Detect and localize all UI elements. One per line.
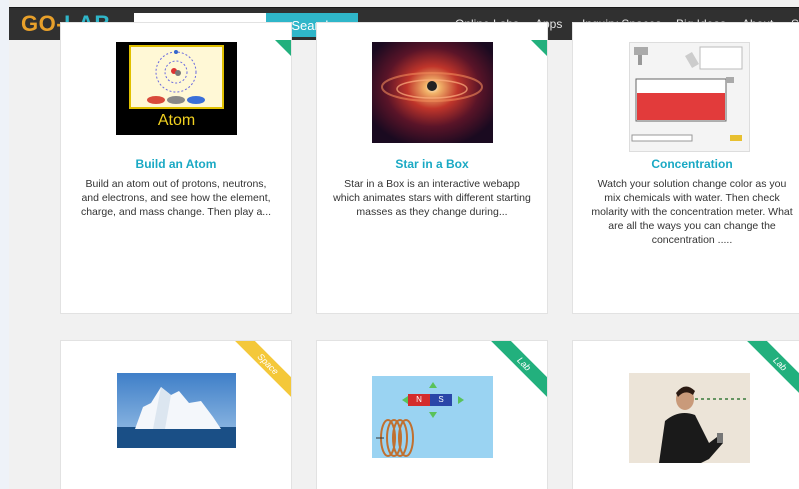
iceberg-thumbnail[interactable] — [117, 373, 236, 448]
card-title[interactable]: Build an Atom — [61, 157, 291, 171]
card-description: Build an atom out of protons, neutrons, … — [80, 178, 272, 218]
space-ribbon: Space — [231, 341, 291, 401]
lab-card-star-in-a-box[interactable]: Star in a Box Star in a Box is an intera… — [316, 22, 548, 314]
magnet-s-pole: S — [438, 395, 444, 404]
page: GO-LAB Search Online Labs Apps Inquiry S… — [0, 0, 799, 489]
card-description: Star in a Box is an interactive webapp w… — [333, 178, 531, 218]
concentration-thumbnail[interactable] — [629, 42, 750, 152]
lab-card-person[interactable]: Lab — [572, 340, 799, 489]
magnet-n-pole: N — [416, 395, 422, 404]
person-illustration — [629, 373, 750, 463]
lab-card-build-an-atom[interactable]: Atom Build an Atom Build an atom out of … — [60, 22, 292, 314]
card-title[interactable]: Concentration — [573, 157, 799, 171]
person-thumbnail[interactable] — [629, 373, 750, 463]
lab-ribbon: Lab — [487, 341, 547, 401]
concentration-illustration — [630, 43, 749, 151]
lab-ribbon: Lab — [743, 341, 799, 401]
atom-thumb-label: Atom — [157, 112, 196, 129]
logo-go: GO- — [21, 11, 65, 36]
lab-card-concentration[interactable]: Concentration Watch your solution change… — [572, 22, 799, 314]
lab-card-magnet[interactable]: Lab N S — [316, 340, 548, 489]
card-title[interactable]: Star in a Box — [317, 157, 547, 171]
star-thumbnail[interactable] — [372, 42, 493, 143]
iceberg-illustration — [117, 373, 236, 448]
lab-ribbon-corner — [531, 40, 547, 56]
space-card-iceberg[interactable]: Space — [60, 340, 292, 489]
atom-thumbnail[interactable]: Atom — [116, 42, 237, 135]
lab-ribbon-corner — [275, 40, 291, 56]
magnet-thumbnail[interactable]: N S — [372, 376, 493, 458]
window-edge — [0, 0, 9, 489]
star-illustration — [372, 42, 493, 143]
magnet-illustration — [376, 382, 464, 457]
card-description: Watch your solution change color as you … — [591, 178, 793, 246]
